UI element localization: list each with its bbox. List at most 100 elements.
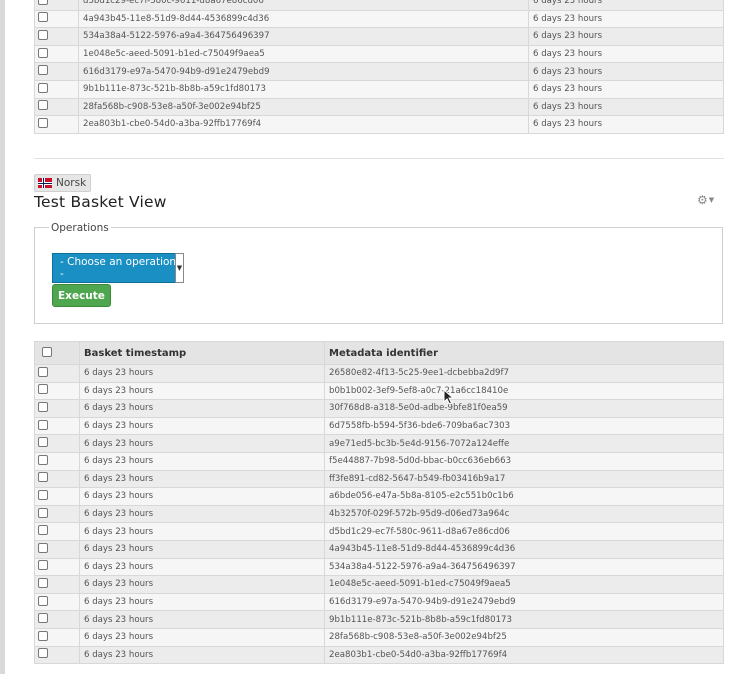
table-row[interactable]: 6 days 23 hours a9e71ed5-bc3b-5e4d-9156-7… [34, 434, 724, 453]
operation-select[interactable]: - Choose an operation - [52, 253, 184, 283]
row-checkbox[interactable] [38, 29, 48, 40]
metadata-identifier-cell: 616d3179-e97a-5470-94b9-d91e2479ebd9 [324, 592, 724, 612]
metadata-identifier-cell: 28fa568b-c908-53e8-a50f-3e002e94bf25 [324, 627, 724, 647]
page-title: Test Basket View [34, 193, 167, 211]
table-row[interactable]: 6 days 23 hours 4b32570f-029f-572b-95d9-d… [34, 504, 724, 524]
row-checkbox-cell [34, 399, 80, 418]
row-checkbox[interactable] [38, 560, 48, 571]
table-row[interactable]: 6 days 23 hours a6bde056-e47a-5b8a-8105-e… [34, 487, 724, 506]
row-checkbox[interactable] [38, 437, 48, 448]
page-left-edge [0, 0, 5, 674]
basket-timestamp-cell: 6 days 23 hours [528, 115, 724, 134]
row-checkbox-cell [34, 79, 79, 99]
table-row[interactable]: 9b1b111e-873c-521b-8b8b-a59c1fd80173 6 da… [34, 79, 724, 99]
row-checkbox[interactable] [38, 507, 48, 518]
basket-timestamp-cell: 6 days 23 hours [79, 592, 325, 612]
row-checkbox[interactable] [38, 472, 48, 483]
table-row[interactable]: 6 days 23 hours 534a38a4-5122-5976-a9a4-3… [34, 557, 724, 577]
row-checkbox[interactable] [38, 419, 48, 430]
row-checkbox[interactable] [38, 65, 48, 76]
norway-flag-icon [38, 178, 52, 188]
table-row[interactable]: 6 days 23 hours d5bd1c29-ec7f-580c-9611-d… [34, 522, 724, 541]
execute-button[interactable]: Execute [52, 284, 111, 307]
language-label: Norsk [56, 177, 87, 189]
basket-timestamp-cell: 6 days 23 hours [79, 469, 325, 489]
chevron-down-icon[interactable]: ▼ [175, 253, 184, 283]
basket-timestamp-cell: 6 days 23 hours [528, 79, 724, 99]
table-row[interactable]: 6 days 23 hours 4a943b45-11e8-51d9-8d44-4… [34, 539, 724, 559]
table-row[interactable]: d5bd1c29-ec7f-580c-9611-d8a67e86cd06 6 da… [34, 0, 724, 11]
basket-timestamp-cell: 6 days 23 hours [528, 9, 724, 29]
row-checkbox[interactable] [38, 100, 48, 111]
row-checkbox-cell [34, 592, 80, 612]
basket-table: Basket timestamp Metadata identifier 6 d… [34, 341, 724, 665]
table-row[interactable]: 4a943b45-11e8-51d9-8d44-4536899c4d36 6 da… [34, 9, 724, 29]
metadata-identifier-cell: a9e71ed5-bc3b-5e4d-9156-7072a124effe [324, 434, 724, 453]
row-checkbox-cell [34, 610, 80, 629]
header-metadata-identifier[interactable]: Metadata identifier [324, 341, 724, 365]
table-row[interactable]: 28fa568b-c908-53e8-a50f-3e002e94bf25 6 da… [34, 97, 724, 117]
basket-timestamp-cell: 6 days 23 hours [79, 539, 325, 559]
table-row[interactable]: 6 days 23 hours 1e048e5c-aeed-5091-b1ed-c… [34, 575, 724, 594]
row-checkbox[interactable] [38, 630, 48, 641]
language-badge[interactable]: Norsk [34, 174, 92, 192]
metadata-identifier-cell: 534a38a4-5122-5976-a9a4-364756496397 [78, 27, 529, 46]
metadata-identifier-cell: d5bd1c29-ec7f-580c-9611-d8a67e86cd06 [324, 522, 724, 541]
table-row[interactable]: 6 days 23 hours 26580e82-4f13-5c25-9ee1-d… [34, 364, 724, 383]
row-checkbox[interactable] [38, 595, 48, 606]
operation-select-value: - Choose an operation - [60, 256, 177, 280]
metadata-identifier-cell: b0b1b002-3ef9-5ef8-a0c7-21a6cc18410e [324, 381, 724, 401]
row-checkbox[interactable] [38, 12, 48, 23]
row-checkbox-cell [34, 522, 80, 541]
row-checkbox[interactable] [38, 613, 48, 624]
metadata-identifier-cell: 30f768d8-a318-5e0d-adbe-9bfe81f0ea59 [324, 399, 724, 418]
previous-basket-table-body: d5bd1c29-ec7f-580c-9611-d8a67e86cd06 6 da… [34, 0, 724, 134]
table-row[interactable]: 6 days 23 hours ff3fe891-cd82-5647-b549-f… [34, 469, 724, 489]
metadata-identifier-cell: 4a943b45-11e8-51d9-8d44-4536899c4d36 [78, 9, 529, 29]
row-checkbox[interactable] [38, 648, 48, 659]
table-row[interactable]: 1e048e5c-aeed-5091-b1ed-c75049f9aea5 6 da… [34, 44, 724, 64]
row-checkbox-cell [34, 451, 80, 471]
table-row[interactable]: 6 days 23 hours 9b1b111e-873c-521b-8b8b-a… [34, 610, 724, 629]
table-row[interactable]: 6 days 23 hours 2ea803b1-cbe0-54d0-a3ba-9… [34, 645, 724, 665]
basket-timestamp-cell: 6 days 23 hours [528, 0, 724, 11]
row-checkbox[interactable] [38, 454, 48, 465]
table-row[interactable]: 6 days 23 hours b0b1b002-3ef9-5ef8-a0c7-2… [34, 381, 724, 401]
section-divider [34, 158, 724, 159]
row-checkbox[interactable] [38, 542, 48, 553]
table-row[interactable]: 534a38a4-5122-5976-a9a4-364756496397 6 da… [34, 27, 724, 46]
metadata-identifier-cell: a6bde056-e47a-5b8a-8105-e2c551b0c1b6 [324, 487, 724, 506]
row-checkbox-cell [34, 469, 80, 489]
select-all-checkbox[interactable] [42, 346, 52, 357]
row-checkbox[interactable] [38, 366, 48, 377]
row-checkbox[interactable] [38, 47, 48, 58]
row-checkbox[interactable] [38, 117, 48, 128]
row-checkbox[interactable] [38, 401, 48, 412]
table-row[interactable]: 6 days 23 hours 30f768d8-a318-5e0d-adbe-9… [34, 399, 724, 418]
row-checkbox-cell [34, 645, 80, 665]
table-row[interactable]: 6 days 23 hours 6d7558fb-b594-5f36-bde6-7… [34, 416, 724, 436]
row-checkbox[interactable] [38, 384, 48, 395]
row-checkbox[interactable] [38, 525, 48, 536]
table-row[interactable]: 2ea803b1-cbe0-54d0-a3ba-92ffb17769f4 6 da… [34, 115, 724, 134]
basket-timestamp-cell: 6 days 23 hours [79, 487, 325, 506]
row-checkbox[interactable] [38, 577, 48, 588]
row-checkbox-cell [34, 557, 80, 577]
row-checkbox[interactable] [38, 82, 48, 93]
settings-menu[interactable]: ⚙ ▼ [697, 193, 714, 207]
table-row[interactable]: 616d3179-e97a-5470-94b9-d91e2479ebd9 6 da… [34, 62, 724, 81]
row-checkbox[interactable] [38, 0, 48, 5]
basket-timestamp-cell: 6 days 23 hours [79, 645, 325, 665]
basket-timestamp-cell: 6 days 23 hours [79, 416, 325, 436]
table-row[interactable]: 6 days 23 hours 28fa568b-c908-53e8-a50f-3… [34, 627, 724, 647]
table-row[interactable]: 6 days 23 hours 616d3179-e97a-5470-94b9-d… [34, 592, 724, 612]
header-basket-timestamp[interactable]: Basket timestamp [79, 341, 325, 365]
table-row[interactable]: 6 days 23 hours f5e44887-7b98-5d0d-bbac-b… [34, 451, 724, 471]
row-checkbox-cell [34, 487, 80, 506]
metadata-identifier-cell: 4a943b45-11e8-51d9-8d44-4536899c4d36 [324, 539, 724, 559]
metadata-identifier-cell: 9b1b111e-873c-521b-8b8b-a59c1fd80173 [324, 610, 724, 629]
row-checkbox-cell [34, 97, 79, 117]
basket-timestamp-cell: 6 days 23 hours [79, 451, 325, 471]
row-checkbox-cell [34, 0, 79, 11]
row-checkbox[interactable] [38, 489, 48, 500]
